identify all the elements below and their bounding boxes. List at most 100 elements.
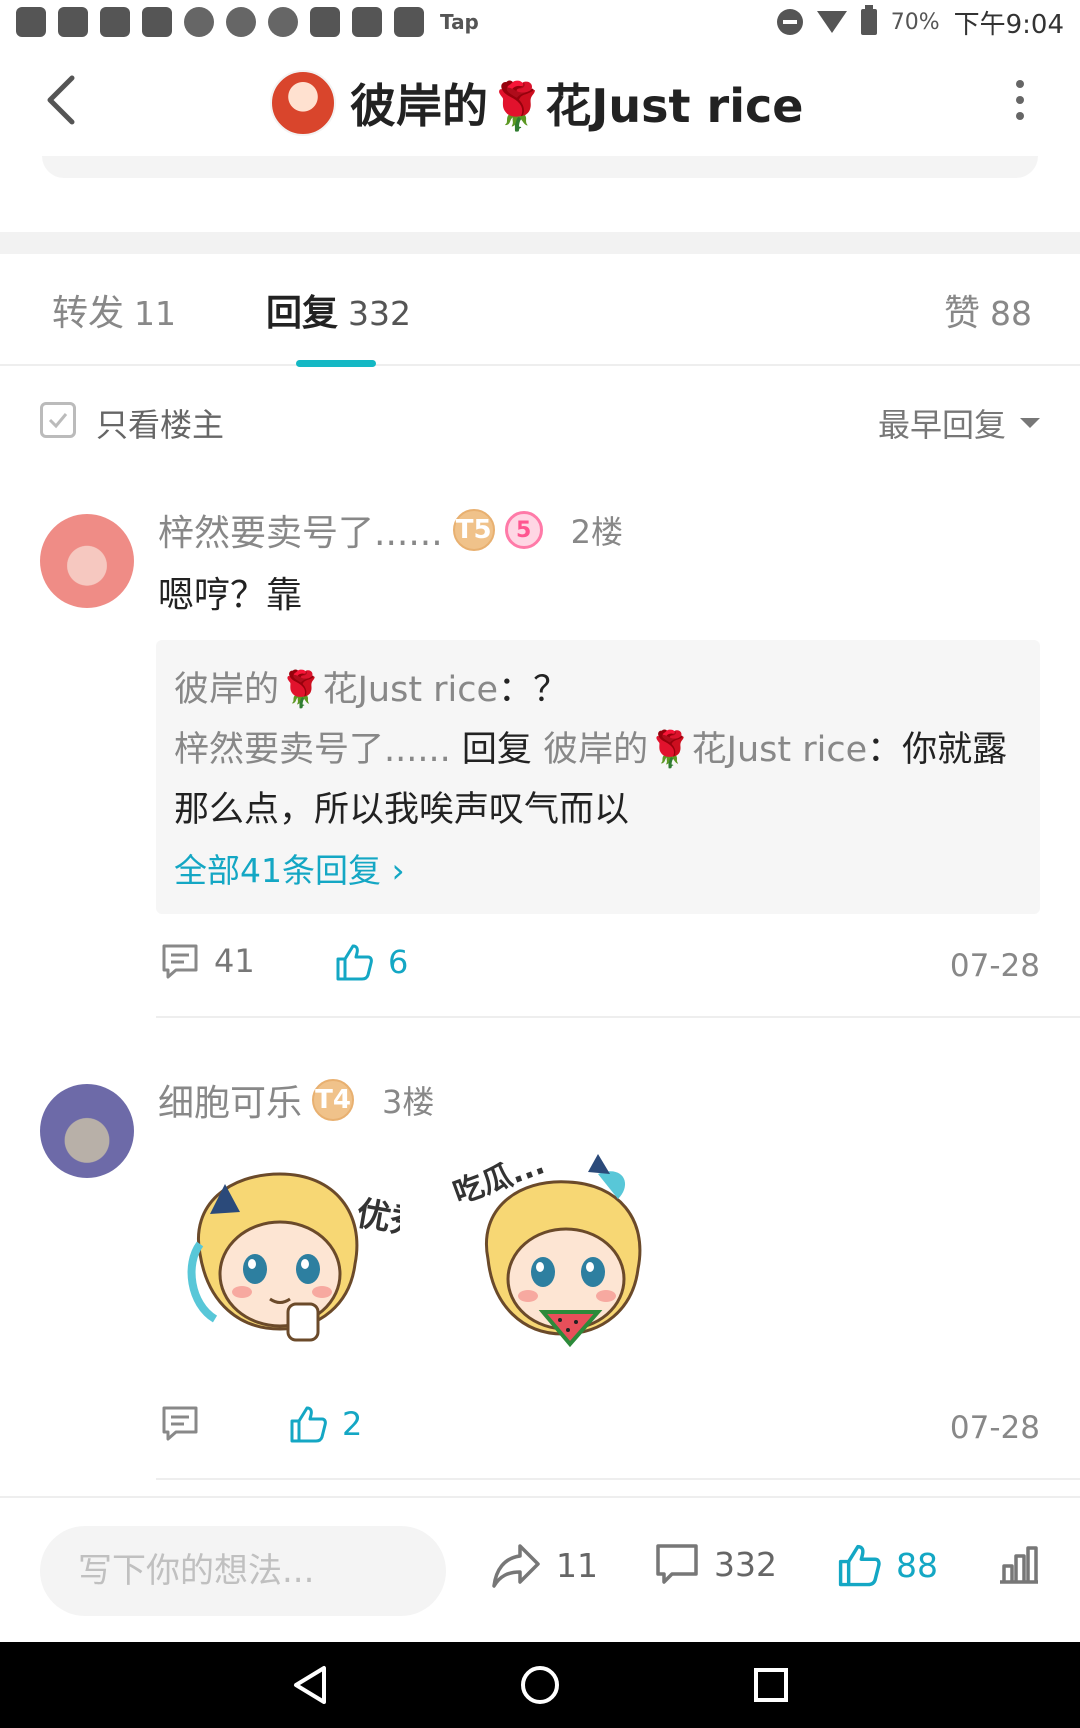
reply-author[interactable]: 彼岸的🌹花Just rice <box>174 670 498 710</box>
reply-button[interactable] <box>160 1404 200 1442</box>
username[interactable]: 梓然要卖号了...... <box>158 504 443 556</box>
floor-number: 2楼 <box>570 513 624 551</box>
post-like-count: 88 <box>896 1545 938 1585</box>
comment-actions: 41 6 07-28 <box>0 936 1080 996</box>
username[interactable]: 细胞可乐 <box>158 1074 302 1126</box>
nav-back-icon[interactable] <box>288 1662 334 1708</box>
comment-divider <box>156 1478 1080 1480</box>
sort-dropdown[interactable]: 最早回复 <box>878 400 1040 446</box>
tab-count: 11 <box>134 294 177 333</box>
more-options-button[interactable] <box>1010 80 1030 120</box>
like-button[interactable]: 2 <box>288 1404 362 1444</box>
active-tab-indicator <box>296 360 376 367</box>
reply-keyword: 回复 <box>461 730 532 770</box>
more-dot-icon <box>1016 80 1024 88</box>
more-dot-icon <box>1016 112 1024 120</box>
nav-home-icon[interactable] <box>517 1662 563 1708</box>
capcut-icon <box>142 7 172 37</box>
reply-text: ？ <box>533 670 569 710</box>
comment-input[interactable] <box>40 1526 446 1616</box>
section-divider <box>0 232 1080 254</box>
sticker-excellent[interactable]: 优秀 <box>170 1144 400 1374</box>
comment-date: 07-28 <box>949 1410 1040 1446</box>
thumbs-up-icon <box>838 1544 881 1587</box>
medical-plus-icon <box>184 7 214 37</box>
tab-label: 赞 <box>944 293 981 334</box>
app-icon <box>352 7 382 37</box>
reply-button[interactable]: 41 <box>160 942 255 980</box>
user-avatar[interactable] <box>40 1084 134 1178</box>
floor-number: 3楼 <box>382 1083 435 1121</box>
puzzle-icon <box>226 7 256 37</box>
author-name: 彼岸的🌹花Just rice <box>350 79 804 133</box>
reply-separator: ： <box>867 730 903 770</box>
comment-text: 嗯哼？靠 <box>158 575 303 616</box>
comment-bubble-icon <box>656 1544 698 1584</box>
bar-chart-icon <box>1000 1546 1038 1584</box>
sticker-eating-melon[interactable]: 吃瓜... <box>448 1144 678 1374</box>
system-nav-bar <box>0 1642 1080 1728</box>
share-button[interactable]: 11 <box>490 1542 598 1588</box>
only-op-checkbox[interactable] <box>40 402 76 438</box>
thumbs-up-icon <box>336 944 373 981</box>
reply-preview: 彼岸的🌹花Just rice：？ <box>174 660 1022 720</box>
comment-bubble-icon <box>162 944 198 979</box>
comment-date: 07-28 <box>949 948 1040 984</box>
wifi-icon <box>816 11 847 33</box>
sort-label: 最早回复 <box>877 406 1006 444</box>
comment-header: 细胞可乐 T4 3楼 <box>158 1074 434 1126</box>
share-count: 11 <box>556 1545 598 1585</box>
tab-replies[interactable]: 回复 332 <box>266 284 411 336</box>
share-arrow-icon <box>492 1544 540 1588</box>
thumbs-up-icon <box>290 1406 327 1443</box>
baidu-paw-icon <box>58 7 88 37</box>
comment-header: 梓然要卖号了...... T5 5 2楼 <box>158 504 623 556</box>
status-bar: Tap 70% 下午9:04 <box>0 0 1080 44</box>
only-op-label[interactable]: 只看楼主 <box>96 400 224 446</box>
stats-button[interactable] <box>996 1542 1042 1586</box>
author-avatar[interactable] <box>270 70 336 136</box>
post-like-button[interactable]: 88 <box>836 1542 938 1588</box>
like-button[interactable]: 6 <box>334 942 408 982</box>
filter-row: 只看楼主 最早回复 <box>0 380 1080 460</box>
like-count: 6 <box>388 943 409 981</box>
like-count: 2 <box>342 1405 363 1443</box>
medical-plus-icon <box>268 7 298 37</box>
view-all-replies-link[interactable]: 全部41条回复 › <box>174 844 1022 892</box>
post-card-bottom-edge <box>42 156 1038 178</box>
reply-separator: ： <box>498 670 534 710</box>
notification-icons: Tap <box>16 7 479 37</box>
sticker-caption: 优秀 <box>353 1193 400 1244</box>
reply-count: 41 <box>214 942 255 980</box>
reply-author[interactable]: 梓然要卖号了...... <box>174 730 451 770</box>
reply-preview: 梓然要卖号了...... 回复 彼岸的🌹花Just rice：你就露那么点，所以… <box>174 720 1022 840</box>
comment-count-button[interactable]: 332 <box>654 1542 777 1586</box>
app-icon <box>394 7 424 37</box>
tab-count: 88 <box>990 294 1033 333</box>
anniversary-badge-icon: 5 <box>504 511 543 549</box>
battery-icon <box>860 5 877 35</box>
tab-count: 332 <box>348 294 412 333</box>
baidu-paw-icon <box>16 7 46 37</box>
user-avatar[interactable] <box>40 514 134 608</box>
back-arrow-icon <box>47 75 75 125</box>
check-icon <box>48 413 68 429</box>
nav-recents-icon[interactable] <box>748 1662 794 1708</box>
nested-replies[interactable]: 彼岸的🌹花Just rice：？ 梓然要卖号了...... 回复 彼岸的🌹花Ju… <box>156 640 1040 914</box>
taptap-icon: Tap <box>440 10 479 34</box>
tab-likes[interactable]: 赞 88 <box>944 284 1032 336</box>
tab-repost[interactable]: 转发 11 <box>52 284 176 336</box>
clock: 下午9:04 <box>953 9 1064 40</box>
more-dot-icon <box>1016 96 1024 104</box>
back-button[interactable] <box>38 72 88 128</box>
do-not-disturb-icon <box>776 9 803 35</box>
image-icon <box>310 7 340 37</box>
tab-label: 回复 <box>266 293 339 334</box>
reply-target[interactable]: 彼岸的🌹花Just rice <box>543 730 867 770</box>
comment-divider <box>156 1016 1080 1018</box>
tab-label: 转发 <box>52 293 125 334</box>
post-author-title[interactable]: 彼岸的🌹花Just rice <box>270 70 803 136</box>
caret-down-icon <box>1020 418 1040 428</box>
interaction-tabs: 转发 11 回复 332 赞 88 <box>0 254 1080 367</box>
top-app-bar: 彼岸的🌹花Just rice <box>0 44 1080 156</box>
